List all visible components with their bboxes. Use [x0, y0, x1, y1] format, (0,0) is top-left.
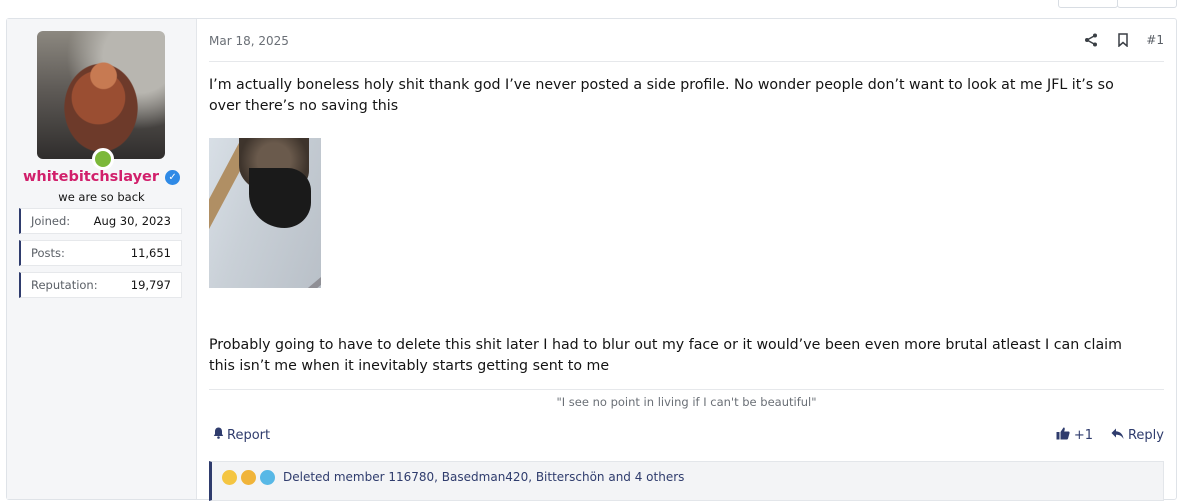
stat-value: 11,651	[130, 246, 171, 260]
share-icon[interactable]	[1082, 31, 1100, 49]
stat-value: Aug 30, 2023	[93, 214, 171, 228]
stat-value: 19,797	[130, 278, 171, 292]
post-actions: +1 Reply	[1056, 427, 1164, 444]
verified-check-icon: ✓	[165, 170, 181, 185]
reaction-sad-icon	[241, 470, 256, 485]
post-date[interactable]: Mar 18, 2025	[209, 34, 289, 48]
reply-button[interactable]: Reply	[1111, 428, 1164, 444]
username-link[interactable]: whitebitchslayer	[23, 169, 159, 185]
online-status-icon	[92, 148, 114, 170]
reactions-bar[interactable]: Deleted member 116780, Basedman420, Bitt…	[209, 461, 1164, 501]
reply-icon	[1111, 428, 1124, 444]
stat-label: Posts:	[31, 246, 65, 260]
stat-posts: Posts: 11,651	[19, 240, 182, 266]
avatar[interactable]	[37, 31, 165, 159]
reply-label: Reply	[1127, 428, 1164, 443]
reaction-cold-icon	[260, 470, 275, 485]
stat-reputation: Reputation: 19,797	[19, 272, 182, 298]
stat-joined: Joined: Aug 30, 2023	[19, 208, 182, 234]
bell-icon	[213, 427, 224, 443]
user-title: we are so back	[58, 190, 145, 204]
report-button[interactable]: Report	[213, 427, 270, 443]
user-sidebar: whitebitchslayer ✓ we are so back Joined:…	[7, 19, 197, 499]
post-paragraph-2: Probably going to have to delete this sh…	[209, 337, 1122, 374]
signature: "I see no point in living if I can't be …	[556, 395, 817, 409]
report-label: Report	[227, 427, 271, 443]
reaction-laugh-icon	[222, 470, 237, 485]
top-action-button-1[interactable]	[1058, 0, 1118, 8]
avatar-wrapper	[37, 31, 165, 170]
thumbs-up-icon	[1056, 427, 1070, 444]
stat-label: Reputation:	[31, 278, 98, 292]
username-row: whitebitchslayer ✓	[7, 169, 196, 185]
header-divider	[209, 61, 1164, 62]
post-number[interactable]: #1	[1146, 33, 1164, 47]
post-header-actions: #1	[1082, 31, 1164, 49]
post-image[interactable]	[209, 138, 321, 288]
top-action-button-2[interactable]	[1117, 0, 1177, 8]
stat-label: Joined:	[31, 214, 71, 228]
signature-divider	[209, 389, 1164, 390]
like-button[interactable]: +1	[1056, 427, 1093, 444]
post-content: Mar 18, 2025 #1 I’m actually boneless ho…	[209, 19, 1164, 501]
post-paragraph-1: I’m actually boneless holy shit thank go…	[209, 77, 1114, 114]
forum-post: whitebitchslayer ✓ we are so back Joined:…	[6, 18, 1177, 501]
bookmark-icon[interactable]	[1114, 31, 1132, 49]
like-count: +1	[1073, 428, 1093, 443]
